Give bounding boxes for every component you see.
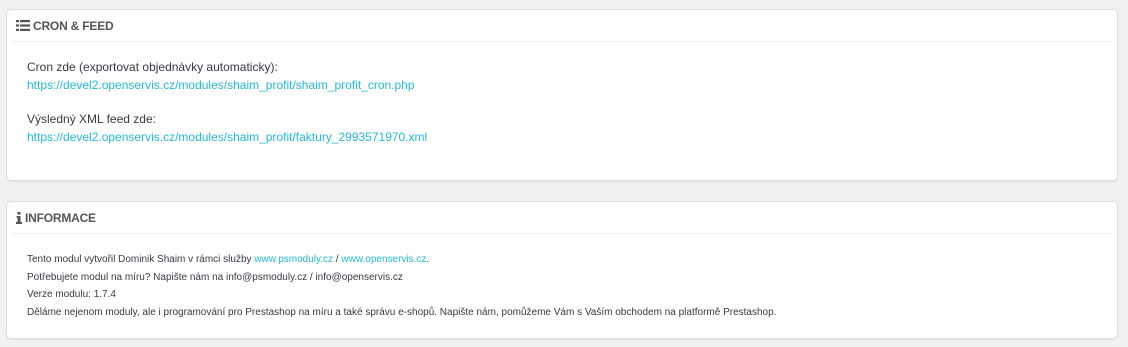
informace-panel: INFORMACE Tento modul vytvořil Dominik S… [6,201,1118,339]
info-line-author: Tento modul vytvořil Dominik Shaim v rám… [27,251,1117,269]
cron-feed-panel-heading: CRON & FEED [12,10,1112,42]
openservis-link[interactable]: www.openservis.cz [341,254,426,265]
informace-panel-title: INFORMACE [25,210,96,225]
list-icon [16,20,30,31]
cron-label: Cron zde (exportovat objednávky automati… [27,60,278,74]
info-line-author-text: Tento modul vytvořil Dominik Shaim v rám… [27,254,255,265]
informace-panel-heading: INFORMACE [12,202,1112,234]
info-icon [16,211,22,224]
cron-feed-panel: CRON & FEED Cron zde (exportovat objedná… [6,9,1118,181]
info-line-period: . [426,254,430,265]
feed-url-link[interactable]: https://devel2.openservis.cz/modules/sha… [27,130,427,144]
informace-panel-body: Tento modul vytvořil Dominik Shaim v rám… [7,234,1117,321]
info-line-version: Verze modulu: 1.7.4 [27,289,116,300]
cron-feed-panel-body: Cron zde (exportovat objednávky automati… [7,42,1117,146]
feed-label: Výsledný XML feed zde: [27,112,156,126]
feed-block: Výsledný XML feed zde: https://devel2.op… [27,111,1117,146]
info-line-contact: Potřebujete modul na míru? Napište nám n… [27,271,403,283]
cron-url-link[interactable]: https://devel2.openservis.cz/modules/sha… [27,78,415,92]
cron-block: Cron zde (exportovat objednávky automati… [27,59,1117,94]
cron-feed-panel-title: CRON & FEED [33,18,114,33]
psmoduly-link[interactable]: www.psmoduly.cz [254,254,333,265]
info-line-services: Děláme nejenom moduly, ale i programován… [27,306,777,318]
